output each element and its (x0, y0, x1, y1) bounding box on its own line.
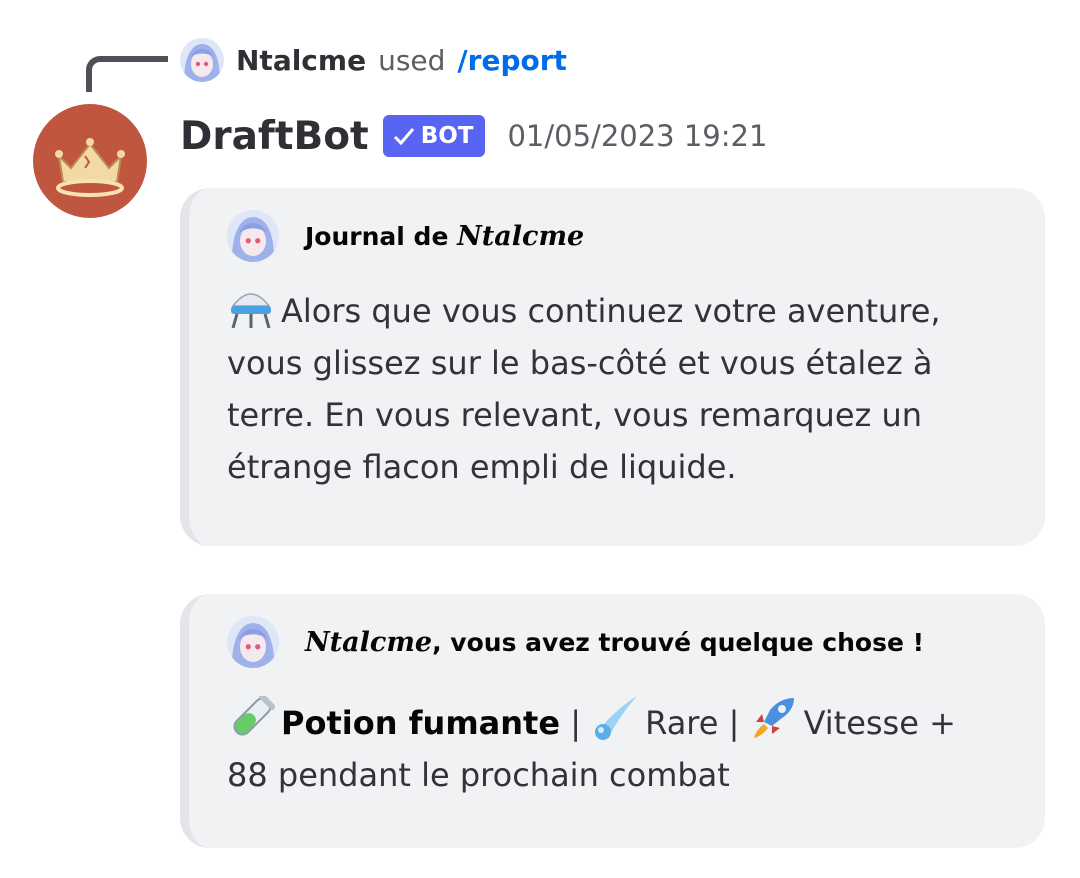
embed-author-prefix: Journal de (305, 221, 458, 251)
embed-found-item: Ntalcme, vous avez trouvé quelque chose … (180, 594, 1045, 848)
comet-icon (591, 696, 639, 740)
reply-context[interactable]: Ntalcme used /report (180, 38, 567, 82)
embed-description: Alors que vous continuez votre aventure,… (227, 284, 1005, 493)
reply-connector-line (86, 56, 168, 92)
reply-used-text: used (378, 43, 446, 77)
embed-author-name: Ntalcme (457, 220, 585, 252)
reply-user-name[interactable]: Ntalcme (236, 44, 366, 77)
embed-author-avatar (227, 210, 279, 262)
bot-avatar[interactable] (33, 104, 147, 218)
embed-author-name: Ntalcme (305, 626, 433, 658)
embed-author-text: Journal de Ntalcme (305, 221, 584, 252)
test-tube-icon (227, 696, 275, 740)
slash-command-link[interactable]: /report (457, 44, 567, 77)
verified-check-icon (393, 128, 414, 146)
bot-tag: BOT (382, 115, 486, 157)
embed-author-suffix: , vous avez trouvé quelque chose ! (432, 627, 925, 657)
rocket-icon (750, 696, 798, 740)
embed-author-avatar (227, 616, 279, 668)
embed-description: Potion fumante | Rare | Vitesse + 88 pen… (227, 696, 1005, 801)
separator-2: | (718, 704, 750, 742)
embed-description-text: Alors que vous continuez votre aventure,… (227, 292, 941, 486)
embed-author: Journal de Ntalcme (227, 210, 584, 262)
separator-1: | (560, 704, 592, 742)
message-timestamp: 01/05/2023 19:21 (507, 119, 768, 153)
bot-name[interactable]: DraftBot (180, 114, 369, 159)
embed-author: Ntalcme, vous avez trouvé quelque chose … (227, 616, 924, 668)
embed-journal: Journal de Ntalcme Alors que vous contin… (180, 188, 1045, 546)
message-header: DraftBot BOT 01/05/2023 19:21 (180, 110, 767, 162)
embed-author-text: Ntalcme, vous avez trouvé quelque chose … (305, 627, 924, 658)
crown-icon (55, 138, 125, 197)
item-name: Potion fumante (281, 704, 561, 742)
user-avatar[interactable] (180, 38, 224, 82)
rarity-text: Rare (645, 704, 719, 742)
bot-tag-label: BOT (420, 123, 474, 149)
alembic-icon (227, 284, 275, 328)
